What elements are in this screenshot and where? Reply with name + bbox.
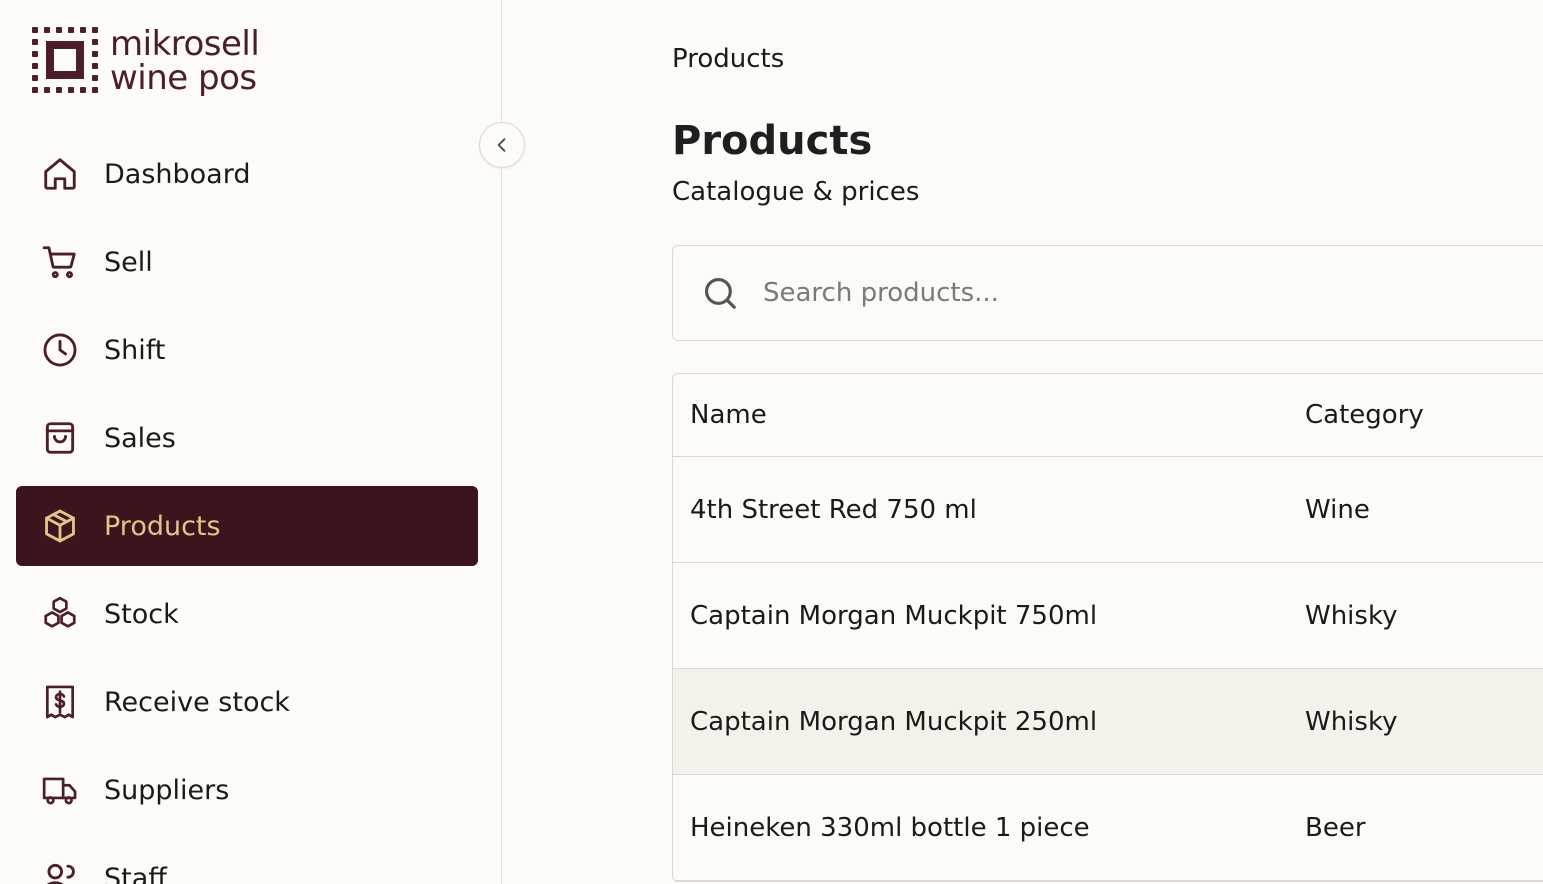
- page-title: Products: [672, 118, 873, 164]
- table-row[interactable]: Captain Morgan Muckpit 750ml Whisky: [673, 563, 1543, 669]
- table-header: Name Category: [673, 374, 1543, 457]
- package-icon: [40, 506, 80, 546]
- home-icon: [40, 154, 80, 194]
- cart-icon: [40, 242, 80, 282]
- sidebar-item-label: Products: [104, 510, 221, 542]
- sidebar-nav: Dashboard Sell Shift Sales Products Stoc…: [16, 134, 478, 884]
- sidebar-item-label: Staff: [104, 862, 167, 884]
- brand-line-1: mikrosell: [110, 24, 260, 64]
- brand-line-2: wine pos: [110, 58, 257, 98]
- sidebar-item-label: Dashboard: [104, 158, 251, 190]
- sidebar-item-label: Receive stock: [104, 686, 290, 718]
- clock-icon: [40, 330, 80, 370]
- main-content: Products Products Catalogue & prices Nam…: [672, 0, 1543, 884]
- table-row[interactable]: Captain Morgan Muckpit 250ml Whisky: [673, 669, 1543, 775]
- brand-name: mikrosell wine pos: [110, 24, 260, 98]
- search-input[interactable]: [761, 277, 1465, 309]
- sidebar-item-products[interactable]: Products: [16, 486, 478, 566]
- collapse-sidebar-button[interactable]: [479, 122, 525, 168]
- sidebar-item-label: Suppliers: [104, 774, 230, 806]
- users-icon: [40, 858, 80, 884]
- product-name: Captain Morgan Muckpit 750ml: [690, 600, 1098, 631]
- column-header-name[interactable]: Name: [673, 400, 1305, 430]
- product-category: Whisky: [1305, 600, 1398, 631]
- product-category: Beer: [1305, 812, 1366, 843]
- shopping-bag-icon: [40, 418, 80, 458]
- sidebar-item-shift[interactable]: Shift: [16, 310, 478, 390]
- sidebar-item-staff[interactable]: Staff: [16, 838, 478, 884]
- sidebar-item-suppliers[interactable]: Suppliers: [16, 750, 478, 830]
- sidebar: mikrosell wine pos Dashboard Sell Shift …: [0, 0, 502, 884]
- receipt-icon: [40, 682, 80, 722]
- boxes-icon: [40, 594, 80, 634]
- table-row[interactable]: 4th Street Red 750 ml Wine: [673, 457, 1543, 563]
- product-category: Wine: [1305, 494, 1370, 525]
- brand-logo[interactable]: mikrosell wine pos: [30, 24, 260, 98]
- product-name: Heineken 330ml bottle 1 piece: [690, 812, 1090, 843]
- product-name: 4th Street Red 750 ml: [690, 494, 977, 525]
- sidebar-item-label: Stock: [104, 598, 179, 630]
- sidebar-item-stock[interactable]: Stock: [16, 574, 478, 654]
- sidebar-item-receive-stock[interactable]: Receive stock: [16, 662, 478, 742]
- search-icon: [704, 277, 736, 309]
- product-name: Captain Morgan Muckpit 250ml: [690, 706, 1098, 737]
- chevron-left-icon: [497, 138, 506, 152]
- sidebar-item-sell[interactable]: Sell: [16, 222, 478, 302]
- products-table: Name Category 4th Street Red 750 ml Wine…: [672, 373, 1543, 882]
- sidebar-item-dashboard[interactable]: Dashboard: [16, 134, 478, 214]
- product-category: Whisky: [1305, 706, 1398, 737]
- column-header-category[interactable]: Category: [1305, 400, 1424, 430]
- logo-mark-icon: [32, 27, 98, 93]
- sidebar-item-sales[interactable]: Sales: [16, 398, 478, 478]
- truck-icon: [40, 770, 80, 810]
- breadcrumb[interactable]: Products: [672, 44, 784, 74]
- search-box[interactable]: [672, 245, 1543, 341]
- sidebar-item-label: Sales: [104, 422, 176, 454]
- sidebar-item-label: Sell: [104, 246, 153, 278]
- table-row[interactable]: Heineken 330ml bottle 1 piece Beer: [673, 775, 1543, 881]
- page-subtitle: Catalogue & prices: [672, 177, 920, 207]
- sidebar-item-label: Shift: [104, 334, 166, 366]
